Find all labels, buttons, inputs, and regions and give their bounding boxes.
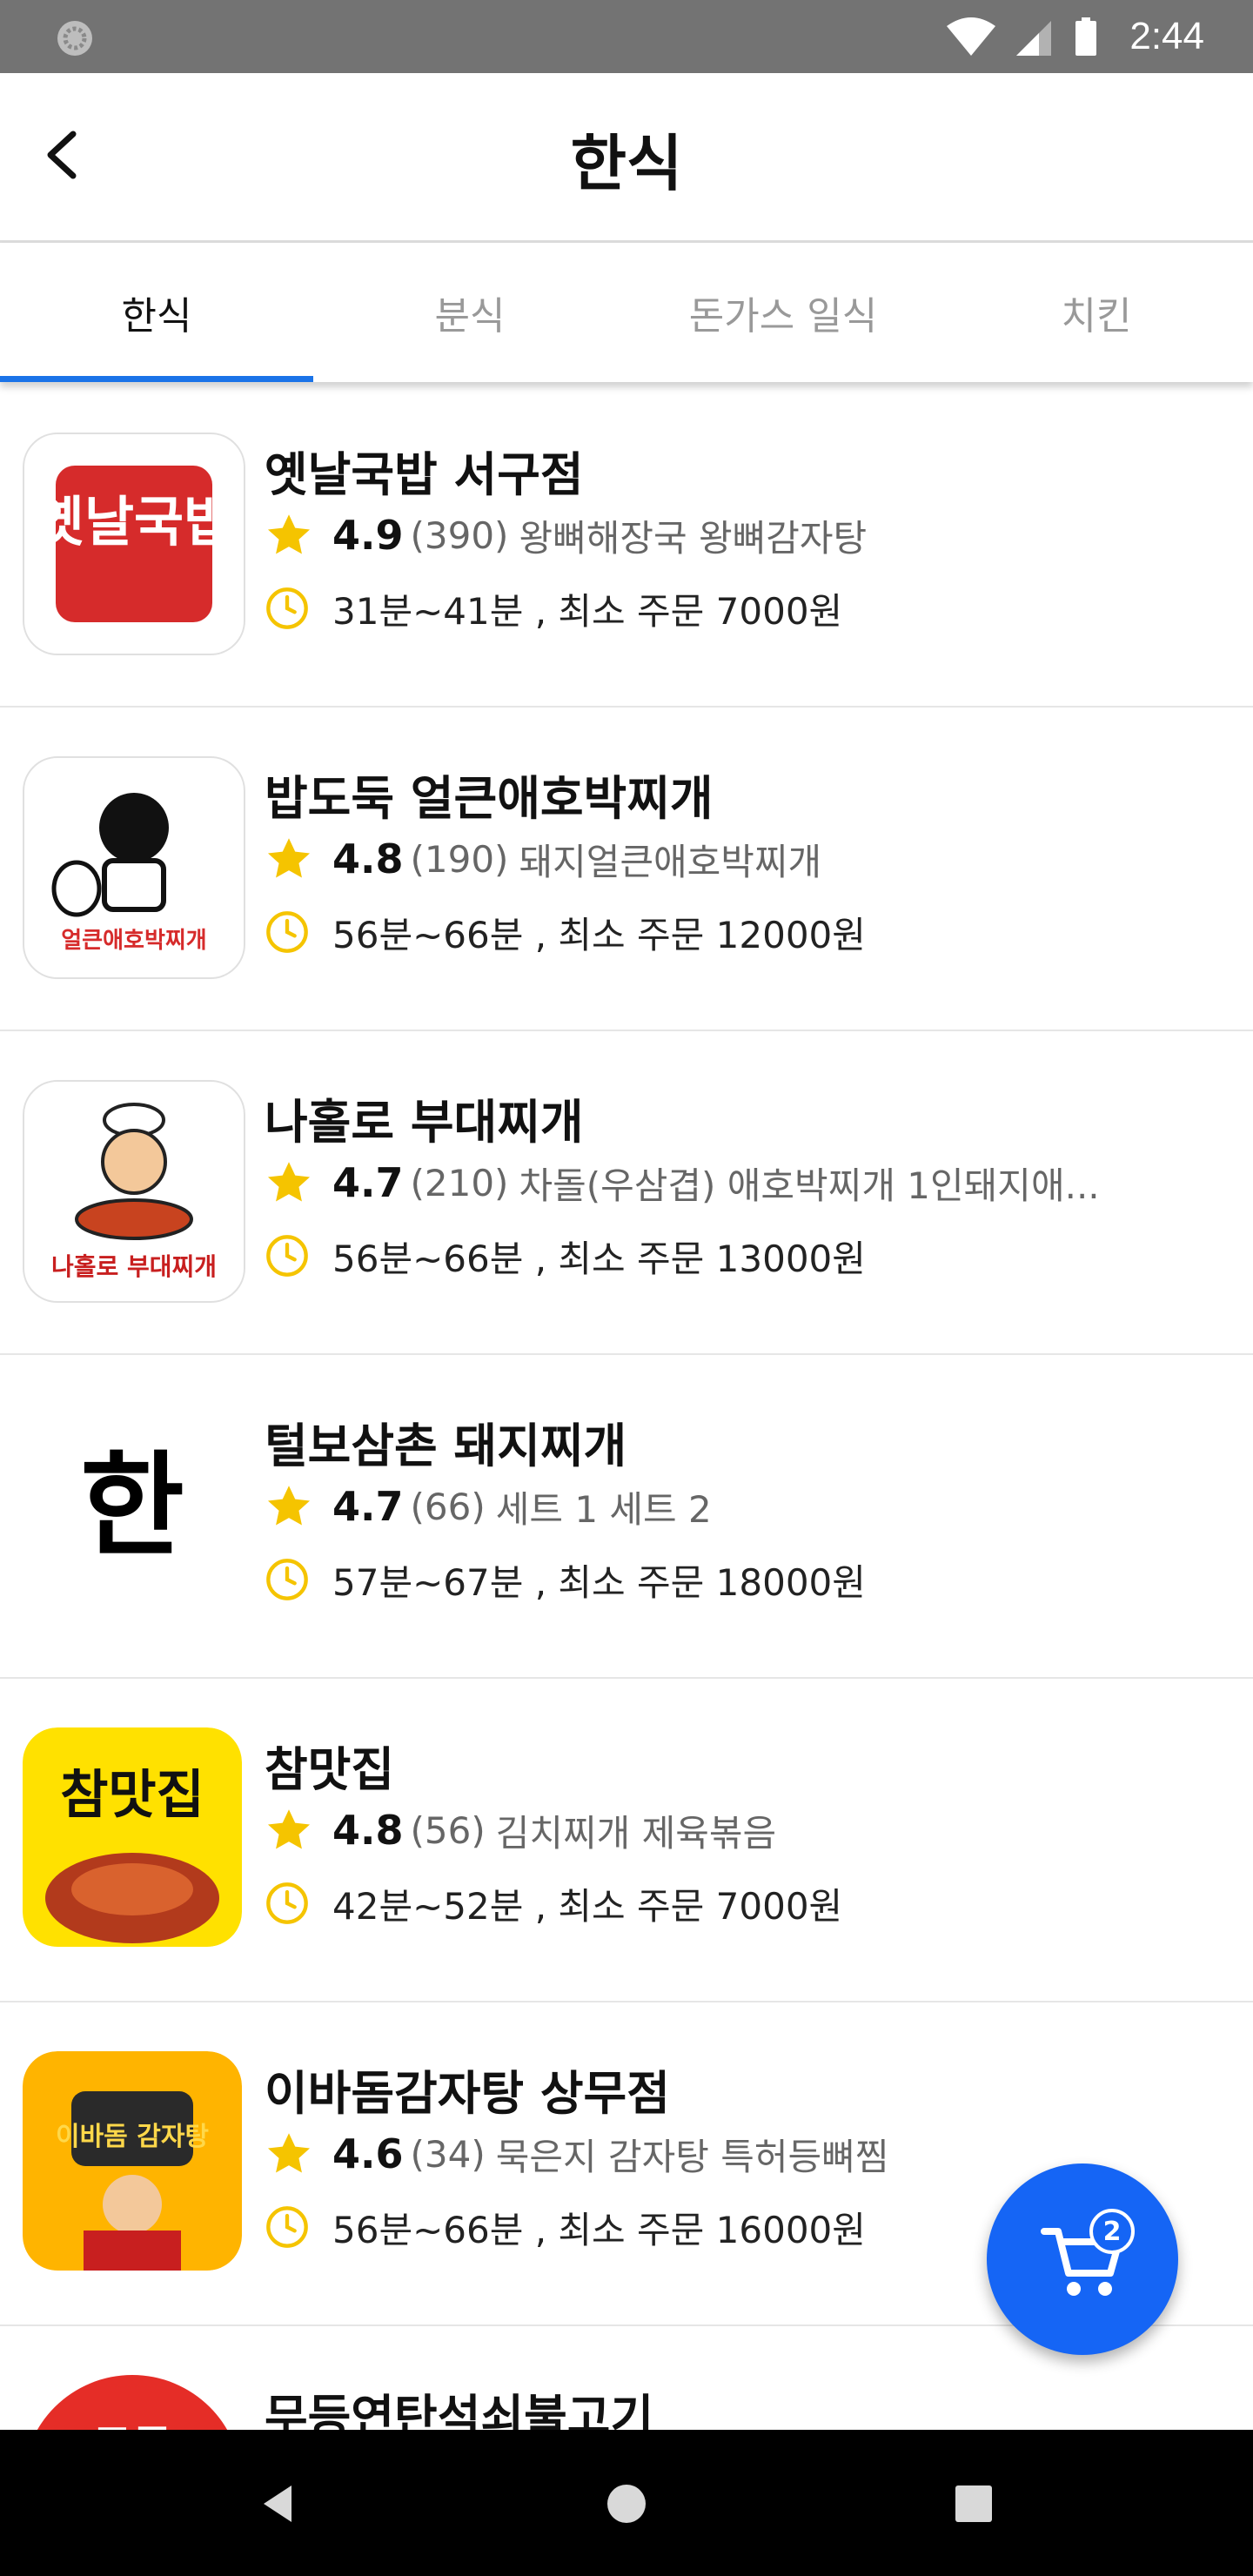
restaurant-name: 밥도둑 얼큰애호박찌개 <box>265 771 714 826</box>
restaurant-item[interactable]: 한 털보삼촌 돼지찌개 4.7 (66) 세트 1 세트 2 57분~67분 ,… <box>0 1353 1253 1679</box>
restaurant-logo: 참맛집 <box>23 1727 242 1947</box>
delivery-info: 56분~66분 , 최소 주문 12000원 <box>265 908 866 956</box>
menu-summary: 김치찌개 제육볶음 <box>495 1811 777 1855</box>
delivery-info: 31분~41분 , 최소 주문 7000원 <box>265 584 842 633</box>
clock-icon <box>266 2206 308 2248</box>
clock-icon <box>266 1235 308 1277</box>
restaurant-name: 무등연탄석쇠불고기 <box>265 2390 654 2430</box>
restaurant-item[interactable]: 얼큰애호박찌개 밥도둑 얼큰애호박찌개 4.8 (190) 돼지얼큰애호박찌개 … <box>0 706 1253 1031</box>
delivery-info: 56분~66분 , 최소 주문 16000원 <box>265 2203 866 2251</box>
rating-value: 4.7 <box>332 1159 404 1206</box>
logo-text: 한 <box>80 1439 184 1572</box>
restaurant-meta: 4.7 (210) 차돌(우삼겹) 애호박찌개 1인돼지애... <box>265 1158 1100 1207</box>
menu-summary: 왕뼈해장국 왕뼈감자탕 <box>519 516 868 560</box>
clock-icon <box>266 911 308 953</box>
nav-home-button[interactable] <box>596 2473 657 2534</box>
menu-summary: 묵은지 감자탕 특허등뼈찜 <box>495 2135 889 2178</box>
status-bar: 2:44 <box>0 0 1253 73</box>
status-time: 2:44 <box>1129 15 1204 57</box>
restaurant-name: 옛날국밥 서구점 <box>265 447 584 502</box>
tab-chicken[interactable]: 치킨 <box>940 243 1253 382</box>
rating-value: 4.7 <box>332 1483 404 1530</box>
review-count: (190) <box>410 837 509 881</box>
loading-icon <box>57 21 92 56</box>
restaurant-name: 나홀로 부대찌개 <box>265 1095 584 1150</box>
battery-icon <box>1075 17 1097 56</box>
tab-snack[interactable]: 분식 <box>313 243 626 382</box>
restaurant-meta: 4.9 (390) 왕뼈해장국 왕뼈감자탕 <box>265 511 867 560</box>
restaurant-meta: 4.6 (34) 묵은지 감자탕 특허등뼈찜 <box>265 2130 888 2178</box>
logo-text: 이바돔 감자탕 <box>56 2122 209 2152</box>
delivery-text: 57분~67분 , 최소 주문 18000원 <box>332 1560 866 1604</box>
restaurant-logo: 한 <box>23 1404 242 1623</box>
restaurant-logo: 얼큰애호박찌개 <box>23 756 245 979</box>
logo-text: 무등 <box>92 2422 172 2430</box>
review-count: (34) <box>410 2132 486 2176</box>
signal-icon <box>1016 21 1052 56</box>
restaurant-name: 이바돔감자탕 상무점 <box>265 2066 670 2121</box>
menu-summary: 세트 1 세트 2 <box>495 1487 712 1531</box>
logo-text: 나홀로 부대찌개 <box>51 1252 217 1281</box>
restaurant-list: 옛날국밥 옛날국밥 서구점 4.9 (390) 왕뼈해장국 왕뼈감자탕 31분~… <box>0 382 1253 2430</box>
delivery-text: 31분~41분 , 최소 주문 7000원 <box>332 589 843 633</box>
tab-japanese[interactable]: 돈가스 일식 <box>626 243 940 382</box>
clock-icon <box>266 1882 308 1924</box>
restaurant-meta: 4.8 (190) 돼지얼큰애호박찌개 <box>265 835 821 883</box>
rating-value: 4.6 <box>332 2130 404 2177</box>
category-tabs: 한식 분식 돈가스 일식 치킨 <box>0 243 1253 382</box>
rating-value: 4.8 <box>332 1807 404 1854</box>
nav-recents-icon <box>955 2485 992 2522</box>
app-bar: 한식 <box>0 73 1253 243</box>
logo-text: 참맛집 <box>60 1765 204 1826</box>
restaurant-meta: 4.8 (56) 김치찌개 제육볶음 <box>265 1806 776 1855</box>
star-icon <box>267 838 311 878</box>
review-count: (66) <box>410 1485 486 1528</box>
wifi-icon <box>947 17 996 56</box>
nav-back-button[interactable] <box>248 2473 309 2534</box>
nav-recents-button[interactable] <box>943 2473 1004 2534</box>
system-nav-bar <box>0 2430 1253 2576</box>
review-count: (56) <box>410 1808 486 1852</box>
clock-icon <box>266 1559 308 1600</box>
logo-text: 옛날국밥 <box>35 490 233 553</box>
star-icon <box>267 1809 311 1849</box>
star-icon <box>267 2133 311 2173</box>
rating-value: 4.8 <box>332 835 404 882</box>
restaurant-name: 털보삼촌 돼지찌개 <box>265 1419 627 1473</box>
nav-back-icon <box>264 2485 291 2522</box>
restaurant-meta: 4.7 (66) 세트 1 세트 2 <box>265 1482 712 1531</box>
menu-summary: 돼지얼큰애호박찌개 <box>519 840 822 883</box>
delivery-text: 56분~66분 , 최소 주문 16000원 <box>332 2208 866 2251</box>
restaurant-logo: 무등 <box>23 2375 242 2430</box>
delivery-info: 56분~66분 , 최소 주문 13000원 <box>265 1231 866 1280</box>
restaurant-item[interactable]: 나홀로 부대찌개 나홀로 부대찌개 4.7 (210) 차돌(우삼겹) 애호박찌… <box>0 1030 1253 1355</box>
star-icon <box>267 1162 311 1202</box>
restaurant-logo: 나홀로 부대찌개 <box>23 1080 245 1303</box>
page-title: 한식 <box>570 128 683 199</box>
delivery-text: 56분~66분 , 최소 주문 12000원 <box>332 913 866 956</box>
restaurant-name: 참맛집 <box>265 1742 395 1797</box>
rating-value: 4.9 <box>332 512 404 559</box>
restaurant-logo: 이바돔 감자탕 <box>23 2051 242 2271</box>
review-count: (210) <box>410 1161 509 1204</box>
restaurant-item[interactable]: 참맛집 참맛집 4.8 (56) 김치찌개 제육볶음 42분~52분 , 최소 … <box>0 1677 1253 2002</box>
cart-count-badge: 2 <box>1089 2209 1135 2254</box>
star-icon <box>267 514 311 554</box>
star-icon <box>267 1486 311 1526</box>
menu-summary: 차돌(우삼겹) 애호박찌개 1인돼지애... <box>519 1164 1100 1207</box>
delivery-text: 42분~52분 , 최소 주문 7000원 <box>332 1884 843 1928</box>
review-count: (390) <box>410 513 509 557</box>
logo-text: 얼큰애호박찌개 <box>61 928 206 954</box>
tab-korean[interactable]: 한식 <box>0 243 313 382</box>
restaurant-logo: 옛날국밥 <box>23 433 245 655</box>
restaurant-item[interactable]: 옛날국밥 옛날국밥 서구점 4.9 (390) 왕뼈해장국 왕뼈감자탕 31분~… <box>0 382 1253 708</box>
nav-home-icon <box>607 2485 646 2523</box>
delivery-text: 56분~66분 , 최소 주문 13000원 <box>332 1237 866 1280</box>
delivery-info: 57분~67분 , 최소 주문 18000원 <box>265 1555 866 1604</box>
clock-icon <box>266 587 308 629</box>
delivery-info: 42분~52분 , 최소 주문 7000원 <box>265 1879 842 1928</box>
cart-button[interactable]: 2 <box>987 2163 1178 2355</box>
